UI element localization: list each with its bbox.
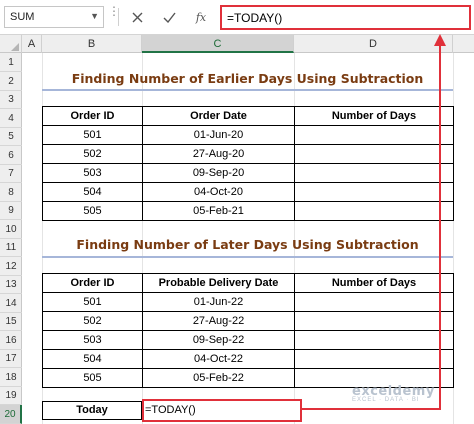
table-cell[interactable] [294,163,454,183]
table-cell[interactable] [294,349,454,369]
formula-input[interactable]: =TODAY() [220,5,471,30]
name-box-value: SUM [10,11,35,23]
row-header-5[interactable]: 5 [0,127,22,146]
row-header-18[interactable]: 18 [0,368,22,387]
row-header-3[interactable]: 3 [0,90,22,109]
table-cell[interactable]: 05-Feb-21 [142,201,295,221]
table-cell[interactable]: 504 [42,182,143,202]
row-header-14[interactable]: 14 [0,294,22,313]
row-header-7[interactable]: 7 [0,164,22,183]
column-header-d[interactable]: D [294,35,453,53]
table-cell[interactable]: 505 [42,368,143,388]
table-cell[interactable]: 09-Sep-20 [142,163,295,183]
table-row: 502 27-Aug-20 [42,144,454,164]
row-header-6[interactable]: 6 [0,146,22,165]
section2-title: Finding Number of Later Days Using Subtr… [76,237,419,252]
table-cell[interactable]: 01-Jun-20 [142,125,295,145]
column-header-cell[interactable]: Probable Delivery Date [142,273,295,293]
row-header-11[interactable]: 11 [0,238,22,257]
table-cell[interactable]: 27-Aug-22 [142,311,295,331]
table-cell[interactable] [294,201,454,221]
today-label: Today [42,401,142,420]
table-cell[interactable] [294,330,454,350]
today-cell[interactable]: =TODAY() [142,399,302,422]
table-cell[interactable] [294,125,454,145]
column-header-cell[interactable]: Order Date [142,106,295,126]
select-all-button[interactable] [0,35,22,53]
table-cell[interactable]: 05-Feb-22 [142,368,295,388]
section1-title-rule [42,89,453,91]
row-header-16[interactable]: 16 [0,331,22,350]
column-header-row: A B C D [0,35,474,53]
row-header-19[interactable]: 19 [0,386,22,405]
row-header-12[interactable]: 12 [0,257,22,276]
later-days-table: Order ID Probable Delivery Date Number of … [42,273,454,388]
table-cell[interactable]: 502 [42,144,143,164]
table-row: 501 01-Jun-22 [42,292,454,312]
section1-title: Finding Number of Earlier Days Using Sub… [71,71,424,86]
table-cell[interactable] [294,182,454,202]
row-header-column: 1 2 3 4 5 6 7 8 9 10 11 12 13 14 15 16 17 18 19 20 [0,53,22,424]
close-icon[interactable] [128,8,146,26]
row-header-4[interactable]: 4 [0,109,22,128]
row-header-17[interactable]: 17 [0,349,22,368]
table-cell[interactable]: 503 [42,163,143,183]
name-box[interactable]: SUM ▼ [4,6,104,28]
table-row: 504 04-Oct-20 [42,182,454,202]
table-cell[interactable]: 01-Jun-22 [142,292,295,312]
row-header-15[interactable]: 15 [0,312,22,331]
table-cell[interactable]: 501 [42,292,143,312]
insert-function-button[interactable]: fx [192,8,210,26]
column-header-cell[interactable]: Order ID [42,273,143,293]
column-header-cell[interactable]: Order ID [42,106,143,126]
formula-bar-divider [118,8,119,26]
row-header-10[interactable]: 10 [0,220,22,239]
table-cell[interactable] [294,311,454,331]
formula-bar: SUM ▼ ⋮ fx =TODAY() [0,0,474,35]
table-row: 505 05-Feb-21 [42,201,454,221]
check-icon[interactable] [160,8,178,26]
table-row: 501 01-Jun-20 [42,125,454,145]
row-header-9[interactable]: 9 [0,201,22,220]
column-header-c[interactable]: C [142,35,294,53]
column-header-b[interactable]: B [42,35,142,53]
row-header-8[interactable]: 8 [0,183,22,202]
table-row: 502 27-Aug-22 [42,311,454,331]
formula-text: =TODAY() [227,11,283,25]
table-cell[interactable]: 04-Oct-22 [142,349,295,369]
row-header-2[interactable]: 2 [0,72,22,91]
column-header-cell[interactable]: Number of Days [294,273,454,293]
select-all-icon [11,43,19,51]
table-header-row: Order ID Order Date Number of Days [42,106,454,126]
section2-title-rule [42,256,453,258]
table-cell[interactable]: 503 [42,330,143,350]
row-header-1[interactable]: 1 [0,53,22,72]
table-cell[interactable] [294,292,454,312]
table-cell[interactable]: 04-Oct-20 [142,182,295,202]
chevron-down-icon[interactable]: ▼ [90,11,99,21]
table-header-row: Order ID Probable Delivery Date Number of … [42,273,454,293]
earlier-days-table: Order ID Order Date Number of Days 501 01-Ju… [42,106,454,221]
watermark: exceldemy EXCEL · DATA · BI [352,384,435,403]
column-header-a[interactable]: A [22,35,42,53]
table-cell[interactable]: 501 [42,125,143,145]
column-header-cell[interactable]: Number of Days [294,106,454,126]
table-row: 503 09-Sep-22 [42,330,454,350]
table-cell[interactable] [294,144,454,164]
table-cell[interactable]: 504 [42,349,143,369]
today-cell-value: =TODAY() [145,404,196,416]
table-row: 503 09-Sep-20 [42,163,454,183]
table-cell[interactable]: 27-Aug-20 [142,144,295,164]
column-header-e[interactable] [453,35,474,53]
row-header-20[interactable]: 20 [0,404,22,424]
table-cell[interactable]: 09-Sep-22 [142,330,295,350]
table-cell[interactable]: 505 [42,201,143,221]
table-cell[interactable]: 502 [42,311,143,331]
table-row: 504 04-Oct-22 [42,349,454,369]
row-header-13[interactable]: 13 [0,275,22,294]
